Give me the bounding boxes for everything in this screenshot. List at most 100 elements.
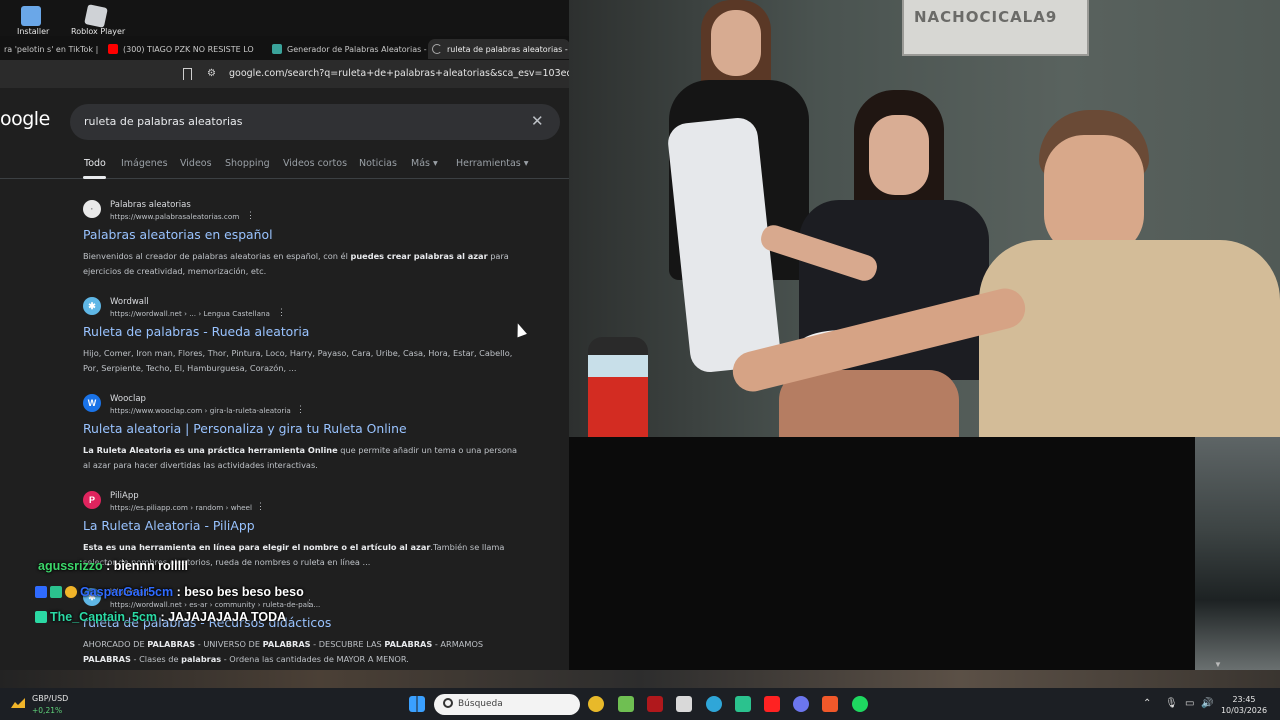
chat-text: : beso bes beso beso — [173, 585, 304, 599]
chat-message: The_Captain_5cm : JAJAJAJAJA TODA — [35, 610, 286, 624]
site-settings-icon[interactable]: ⚙ — [207, 68, 219, 80]
more-options-icon[interactable]: ⋮ — [246, 210, 255, 221]
tab-youtube[interactable]: (300) TIAGO PZK NO RESISTE LOS C — [104, 39, 254, 59]
filter-imagenes[interactable]: Imágenes — [121, 158, 168, 169]
desktop-label-roblox: Roblox Player — [71, 27, 126, 36]
plus-badge-icon — [50, 586, 62, 598]
result-site-name[interactable]: Wooclap — [110, 394, 146, 404]
badge-icon — [35, 611, 47, 623]
discord-icon[interactable] — [793, 696, 809, 712]
ticker-change: +0,21% — [32, 706, 63, 715]
search-input[interactable]: ruleta de palabras aleatorias ✕ — [70, 104, 560, 140]
chrome-icon[interactable] — [588, 696, 604, 712]
filter-noticias[interactable]: Noticias — [359, 158, 397, 169]
mail-icon[interactable] — [676, 696, 692, 712]
result-url[interactable]: https://wordwall.net › ... › Lengua Cast… — [110, 309, 270, 318]
system-clock[interactable]: 23:45 10/03/2026 — [1219, 694, 1269, 716]
brave-icon[interactable] — [822, 696, 838, 712]
stream-background — [569, 437, 1195, 670]
ticker-symbol[interactable]: GBP/USD — [32, 694, 68, 703]
search-filters: Todo Imágenes Videos Shopping Videos cor… — [0, 155, 570, 179]
active-filter-indicator — [83, 176, 106, 179]
wall-sign: NACHOCICALA9 — [902, 0, 1089, 56]
clock-date: 10/03/2026 — [1220, 706, 1268, 715]
filter-videos-cortos[interactable]: Videos cortos — [283, 158, 347, 169]
result-url[interactable]: https://wordwall.net › es-ar › community… — [110, 600, 320, 609]
gift-badge-icon — [65, 586, 77, 598]
tab-tiktok[interactable]: ra 'pelotin s' en TikTok | I — [0, 39, 100, 59]
result-site-name[interactable]: Wordwall — [110, 297, 149, 307]
mouse-cursor — [513, 321, 527, 338]
result-title[interactable]: Ruleta de palabras - Rueda aleatoria — [83, 324, 309, 339]
badge-icon — [35, 586, 47, 598]
more-options-icon[interactable]: ⋮ — [256, 501, 265, 512]
close-icon[interactable]: ✕ — [531, 112, 544, 130]
result-url[interactable]: https://www.wooclap.com › gira-la-ruleta… — [110, 406, 291, 415]
volume-icon[interactable]: 🔊 — [1201, 698, 1213, 709]
url-text[interactable]: google.com/search?q=ruleta+de+palabras+a… — [229, 68, 570, 79]
scroll-down-icon[interactable]: ▼ — [1214, 660, 1222, 669]
chat-text: : biennn rolllll — [102, 559, 189, 573]
result-url[interactable]: https://www.palabrasaleatorias.com — [110, 212, 239, 221]
site-favicon-icon[interactable]: P — [83, 491, 101, 509]
taskbar-search[interactable]: Búsqueda — [434, 694, 580, 715]
filter-todo[interactable]: Todo — [84, 158, 106, 169]
video-strip — [0, 670, 1280, 688]
result-site-name[interactable]: Palabras aleatorias — [110, 200, 191, 210]
result-snippet: Hijo, Comer, Iron man, Flores, Thor, Pin… — [83, 348, 513, 373]
spotify-icon[interactable] — [852, 696, 868, 712]
result-site-name[interactable]: PiliApp — [110, 491, 139, 501]
google-results-page: oogle ruleta de palabras aleatorias ✕ To… — [0, 88, 570, 670]
chat-username: agussrizzo — [38, 559, 103, 573]
network-icon[interactable]: ▭ — [1185, 698, 1194, 709]
bookmark-icon[interactable] — [183, 68, 192, 80]
chevron-up-icon[interactable]: ⌃ — [1143, 698, 1151, 709]
filter-videos[interactable]: Videos — [180, 158, 212, 169]
roblox-icon[interactable] — [84, 4, 108, 28]
person-right — [728, 110, 1280, 437]
more-options-icon[interactable]: ⋮ — [296, 404, 305, 415]
filter-shopping[interactable]: Shopping — [225, 158, 270, 169]
taskbar-search-placeholder[interactable]: Búsqueda — [458, 699, 503, 709]
more-options-icon[interactable]: ⋮ — [277, 307, 286, 318]
file-explorer-icon[interactable] — [618, 696, 634, 712]
clock-time: 23:45 — [1232, 695, 1256, 704]
game-icon[interactable] — [647, 696, 663, 712]
tab-google-search[interactable]: ruleta de palabras aleatorias - B — [428, 39, 570, 59]
search-query[interactable]: ruleta de palabras aleatorias — [84, 115, 243, 128]
tab-generador[interactable]: Generador de Palabras Aleatorias - J — [268, 39, 428, 59]
start-icon[interactable] — [409, 696, 425, 712]
desktop-label-installer: Installer — [17, 27, 50, 36]
more-options-icon[interactable]: ⋮ — [305, 598, 314, 609]
site-favicon-icon[interactable]: ✱ — [83, 297, 101, 315]
site-favicon-icon[interactable]: · — [83, 200, 101, 218]
address-bar[interactable]: ⚙ google.com/search?q=ruleta+de+palabras… — [0, 60, 570, 88]
result-url[interactable]: https://es.piliapp.com › random › wheel — [110, 503, 252, 512]
result-title[interactable]: Ruleta aleatoria | Personaliza y gira tu… — [83, 421, 407, 436]
sign-text: NACHOCICALA9 — [914, 8, 1058, 26]
edge-icon[interactable] — [706, 696, 722, 712]
filter-mas[interactable]: Más ▾ — [411, 158, 438, 169]
store-icon[interactable] — [735, 696, 751, 712]
site-icon — [272, 44, 282, 54]
chat-message: agussrizzo : biennn rolllll — [38, 559, 188, 573]
google-logo[interactable]: oogle — [0, 108, 50, 130]
webcam-feed: NACHOCICALA9 — [569, 0, 1280, 437]
result-snippet: La Ruleta Aleatoria es una práctica herr… — [83, 445, 518, 470]
weather-widget-icon[interactable] — [10, 696, 26, 710]
loading-icon — [432, 44, 442, 54]
chat-message: GasparGair5cm : beso bes beso beso — [35, 585, 304, 599]
microphone-icon[interactable]: 🎙 — [1165, 698, 1178, 709]
taskbar: GBP/USD +0,21% Búsqueda ⌃ 🎙 ▭ 🔊 23:45 10… — [0, 688, 1280, 720]
screen: Installer Roblox Player ra 'pelotin s' e… — [0, 0, 1280, 720]
filter-herramientas[interactable]: Herramientas ▾ — [456, 158, 529, 169]
soda-bottle — [588, 337, 648, 437]
result-title[interactable]: Palabras aleatorias en español — [83, 227, 273, 242]
site-favicon-icon[interactable]: W — [83, 394, 101, 412]
tab-strip: ra 'pelotin s' en TikTok | I (300) TIAGO… — [0, 36, 570, 60]
secondary-camera — [1195, 437, 1280, 670]
youtube-icon[interactable] — [764, 696, 780, 712]
result-title[interactable]: La Ruleta Aleatoria - PiliApp — [83, 518, 255, 533]
chat-text: : JAJAJAJAJA TODA — [156, 610, 287, 624]
installer-icon[interactable] — [21, 6, 41, 26]
